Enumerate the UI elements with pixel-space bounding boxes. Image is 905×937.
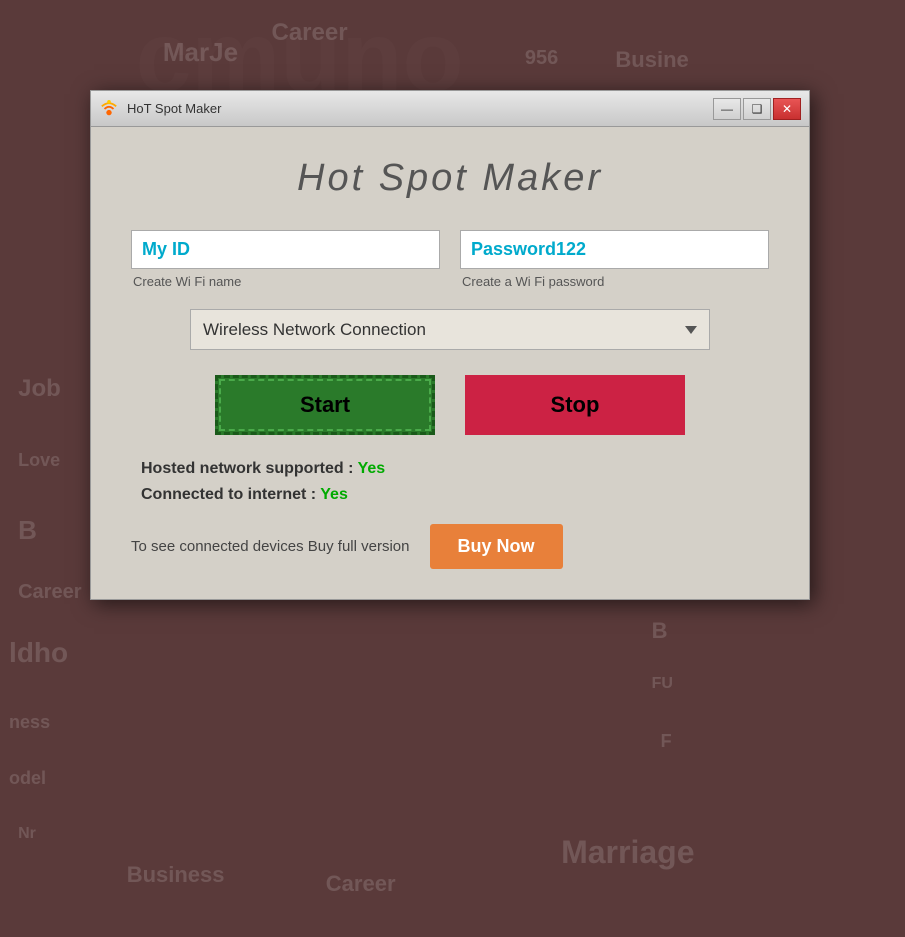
internet-label: Connected to internet : — [141, 486, 320, 503]
wifi-name-label: Create Wi Fi name — [131, 274, 440, 289]
internet-value: Yes — [320, 486, 348, 503]
app-title: Hot Spot Maker — [131, 157, 769, 200]
title-bar: HoT Spot Maker — ❑ ✕ — [90, 90, 810, 126]
window-title: HoT Spot Maker — [127, 101, 713, 116]
status-section: Hosted network supported : Yes Connected… — [131, 460, 769, 504]
window-body: Hot Spot Maker Create Wi Fi name Create … — [90, 126, 810, 600]
hosted-network-status: Hosted network supported : Yes — [141, 460, 769, 478]
buy-now-button[interactable]: Buy Now — [430, 524, 563, 569]
wifi-name-group: Create Wi Fi name — [131, 230, 440, 289]
hosted-network-label: Hosted network supported : — [141, 460, 358, 477]
close-button[interactable]: ✕ — [773, 98, 801, 120]
buttons-row: Start Stop — [131, 375, 769, 435]
wifi-password-input[interactable] — [460, 230, 769, 269]
network-dropdown[interactable]: Wireless Network Connection Local Area C… — [190, 309, 710, 350]
minimize-button[interactable]: — — [713, 98, 741, 120]
wifi-name-input[interactable] — [131, 230, 440, 269]
internet-status: Connected to internet : Yes — [141, 486, 769, 504]
app-icon — [99, 99, 119, 119]
buy-text: To see connected devices Buy full versio… — [131, 538, 410, 555]
window-controls: — ❑ ✕ — [713, 98, 801, 120]
dropdown-row: Wireless Network Connection Local Area C… — [131, 309, 769, 350]
maximize-button[interactable]: ❑ — [743, 98, 771, 120]
hosted-network-value: Yes — [358, 460, 386, 477]
buy-section: To see connected devices Buy full versio… — [131, 524, 769, 569]
start-button[interactable]: Start — [215, 375, 435, 435]
wifi-password-group: Create a Wi Fi password — [460, 230, 769, 289]
stop-button[interactable]: Stop — [465, 375, 685, 435]
fields-row: Create Wi Fi name Create a Wi Fi passwor… — [131, 230, 769, 289]
wifi-password-label: Create a Wi Fi password — [460, 274, 769, 289]
application-window: HoT Spot Maker — ❑ ✕ Hot Spot Maker Crea… — [90, 90, 810, 600]
